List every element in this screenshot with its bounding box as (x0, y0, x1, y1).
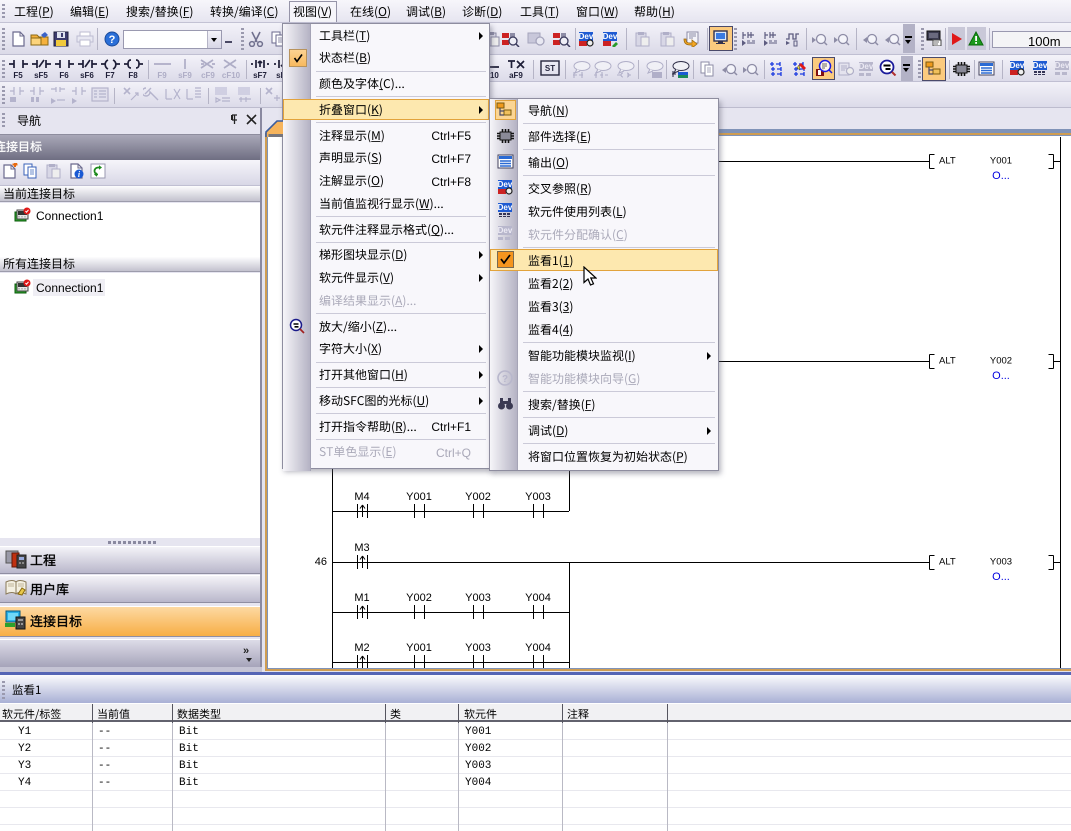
svg-text:Dev: Dev (1033, 61, 1048, 70)
svg-text:sF5: sF5 (34, 71, 48, 79)
svg-text:F9: F9 (157, 71, 167, 79)
svg-text:Dev: Dev (603, 32, 618, 41)
svg-text:F6: F6 (59, 71, 69, 79)
svg-text:Dev: Dev (1055, 61, 1070, 70)
svg-text:ST: ST (545, 64, 555, 73)
svg-text:sF6: sF6 (80, 71, 94, 79)
svg-text:F7: F7 (105, 71, 115, 79)
svg-text:Dev: Dev (1010, 61, 1025, 70)
svg-text:aF9: aF9 (509, 71, 523, 79)
svg-text:sF7: sF7 (253, 71, 267, 79)
svg-text:Dev: Dev (498, 203, 513, 212)
svg-text:F5: F5 (13, 71, 23, 79)
svg-text:sF9: sF9 (178, 71, 192, 79)
svg-text:cF10: cF10 (222, 71, 241, 79)
svg-text:Dev: Dev (498, 180, 513, 189)
svg-text:F8: F8 (128, 71, 138, 79)
svg-text:cF9: cF9 (201, 71, 215, 79)
svg-text:?: ? (502, 374, 508, 385)
svg-text:?: ? (109, 34, 116, 46)
svg-text:Dev: Dev (859, 62, 874, 71)
svg-text:Dev: Dev (498, 226, 513, 235)
svg-text:Dev: Dev (579, 32, 594, 41)
